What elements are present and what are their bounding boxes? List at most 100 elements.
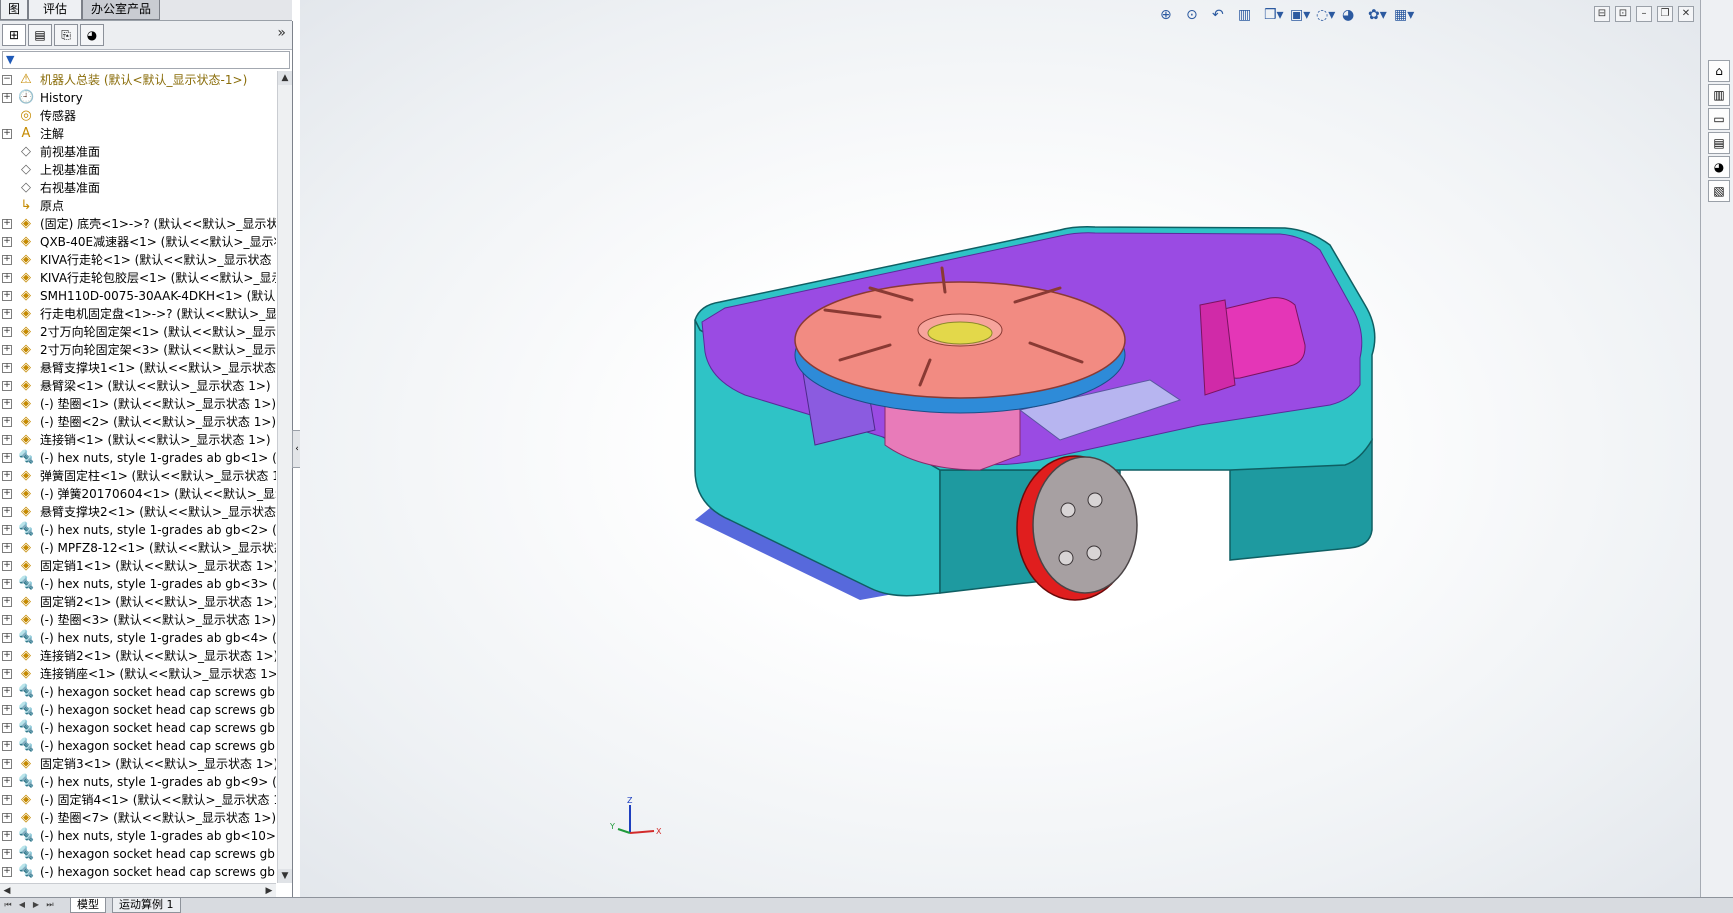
expand-toggle-icon[interactable]: + (2, 327, 12, 337)
feature-tree-icon[interactable]: ⊞ (2, 24, 26, 46)
expand-toggle-icon[interactable]: + (2, 579, 12, 589)
expand-toggle-icon[interactable]: + (2, 237, 12, 247)
expand-toggle-icon[interactable]: + (2, 291, 12, 301)
expand-toggle-icon[interactable]: + (2, 759, 12, 769)
tab-evaluate[interactable]: 评估 (28, 0, 82, 20)
tree-item[interactable]: + 🔩 (-) hexagon socket head cap screws gb< (0, 737, 276, 755)
tree-item[interactable]: + ◈ 弹簧固定柱<1> (默认<<默认>_显示状态 1> (0, 467, 276, 485)
tree-item[interactable]: + 🔩 (-) hex nuts, style 1-grades ab gb<9> … (0, 773, 276, 791)
expand-toggle-icon[interactable]: + (2, 219, 12, 229)
tree-item[interactable]: + ◈ (-) 垫圈<1> (默认<<默认>_显示状态 1>) (0, 395, 276, 413)
tree-item[interactable]: + ◈ 连接销<1> (默认<<默认>_显示状态 1>) (0, 431, 276, 449)
tree-item[interactable]: + ◈ KIVA行走轮<1> (默认<<默认>_显示状态 1 (0, 251, 276, 269)
tree-item[interactable]: + 🔩 (-) hexagon socket head cap screws gb< (0, 683, 276, 701)
expand-toggle-icon[interactable]: + (2, 795, 12, 805)
tree-item[interactable]: ◇ 上视基准面 (0, 161, 276, 179)
tree-root-assembly[interactable]: − ⚠ 机器人总装 (默认<默认_显示状态-1>) (0, 71, 276, 89)
solidworks-resources-icon[interactable]: ⌂ (1708, 60, 1730, 82)
scroll-up-icon[interactable]: ▲ (278, 71, 292, 85)
expand-toggle-icon[interactable]: + (2, 93, 12, 103)
last-tab-icon[interactable]: ⏭ (44, 899, 56, 911)
expand-toggle-icon[interactable]: + (2, 633, 12, 643)
tree-item[interactable]: + 🔩 (-) hex nuts, style 1-grades ab gb<2> … (0, 521, 276, 539)
tree-item[interactable]: + ◈ (-) 垫圈<3> (默认<<默认>_显示状态 1>) (0, 611, 276, 629)
tree-item[interactable]: + 🔩 (-) hex nuts, style 1-grades ab gb<10>… (0, 827, 276, 845)
tree-item[interactable]: + ◈ QXB-40E减速器<1> (默认<<默认>_显示状 (0, 233, 276, 251)
prev-tab-icon[interactable]: ◀ (16, 899, 28, 911)
tree-item[interactable]: ◎ 传感器 (0, 107, 276, 125)
scroll-right-icon[interactable]: ▶ (262, 884, 276, 898)
tree-item[interactable]: + 🔩 (-) hexagon socket head cap screws gb< (0, 863, 276, 881)
tree-item[interactable]: + ◈ 固定销1<1> (默认<<默认>_显示状态 1>) (0, 557, 276, 575)
configuration-manager-icon[interactable]: ⎘ (54, 24, 78, 46)
expand-toggle-icon[interactable]: + (2, 813, 12, 823)
tree-item[interactable]: + ◈ 悬臂梁<1> (默认<<默认>_显示状态 1>) (0, 377, 276, 395)
expand-toggle-icon[interactable]: + (2, 255, 12, 265)
expand-toggle-icon[interactable]: + (2, 867, 12, 877)
file-explorer-icon[interactable]: ▭ (1708, 108, 1730, 130)
tab-0[interactable]: 图 (0, 0, 28, 20)
tree-item[interactable]: + ◈ 悬臂支撑块1<1> (默认<<默认>_显示状态 1 (0, 359, 276, 377)
display-manager-icon[interactable]: ◕ (80, 24, 104, 46)
tree-item[interactable]: + ◈ 固定销3<1> (默认<<默认>_显示状态 1>) (0, 755, 276, 773)
tree-item[interactable]: + ◈ 固定销2<1> (默认<<默认>_显示状态 1>) (0, 593, 276, 611)
expand-toggle-icon[interactable]: + (2, 453, 12, 463)
tab-office-products[interactable]: 办公室产品 (82, 0, 160, 20)
tree-item[interactable]: + 🔩 (-) hexagon socket head cap screws gb< (0, 845, 276, 863)
tree-filter-input[interactable]: ▼ (2, 51, 290, 69)
expand-toggle-icon[interactable]: + (2, 471, 12, 481)
expand-toggle-icon[interactable]: + (2, 669, 12, 679)
expand-toggle-icon[interactable]: + (2, 831, 12, 841)
tree-item[interactable]: + ◈ (-) 垫圈<7> (默认<<默认>_显示状态 1>) (0, 809, 276, 827)
appearances-icon[interactable]: ◕ (1708, 156, 1730, 178)
tree-item[interactable]: + 🕘 History (0, 89, 276, 107)
expand-chevron-icon[interactable]: » (277, 25, 286, 41)
tree-item[interactable]: + ◈ 行走电机固定盘<1>->? (默认<<默认>_显示 (0, 305, 276, 323)
expand-toggle-icon[interactable]: + (2, 687, 12, 697)
expand-toggle-icon[interactable]: + (2, 363, 12, 373)
expand-toggle-icon[interactable]: + (2, 345, 12, 355)
tree-item[interactable]: + 🔩 (-) hex nuts, style 1-grades ab gb<1> … (0, 449, 276, 467)
expand-toggle-icon[interactable]: + (2, 273, 12, 283)
expand-toggle-icon[interactable]: + (2, 615, 12, 625)
expand-toggle-icon[interactable]: + (2, 489, 12, 499)
expand-toggle-icon[interactable]: + (2, 777, 12, 787)
expand-toggle-icon[interactable]: + (2, 381, 12, 391)
expand-toggle-icon[interactable]: + (2, 561, 12, 571)
tree-item[interactable]: + A 注解 (0, 125, 276, 143)
design-library-icon[interactable]: ▥ (1708, 84, 1730, 106)
tree-item[interactable]: + ◈ (-) MPFZ8-12<1> (默认<<默认>_显示状态 (0, 539, 276, 557)
tree-item[interactable]: ↳ 原点 (0, 197, 276, 215)
tree-item[interactable]: + ◈ (-) 固定销4<1> (默认<<默认>_显示状态 1> (0, 791, 276, 809)
expand-toggle-icon[interactable]: + (2, 849, 12, 859)
expand-toggle-icon[interactable]: + (2, 741, 12, 751)
tree-item[interactable]: + ◈ SMH110D-0075-30AAK-4DKH<1> (默认< (0, 287, 276, 305)
next-tab-icon[interactable]: ▶ (30, 899, 42, 911)
expand-toggle-icon[interactable]: + (2, 507, 12, 517)
first-tab-icon[interactable]: ⏮ (2, 899, 14, 911)
expand-toggle-icon[interactable]: + (2, 435, 12, 445)
property-manager-icon[interactable]: ▤ (28, 24, 52, 46)
view-palette-icon[interactable]: ▤ (1708, 132, 1730, 154)
expand-toggle-icon[interactable]: + (2, 309, 12, 319)
tree-item[interactable]: + ◈ 2寸万向轮固定架<1> (默认<<默认>_显示状 (0, 323, 276, 341)
expand-toggle-icon[interactable]: + (2, 417, 12, 427)
expand-toggle-icon[interactable]: + (2, 705, 12, 715)
tree-item[interactable]: + ◈ (固定) 底壳<1>->? (默认<<默认>_显示状态 (0, 215, 276, 233)
scroll-left-icon[interactable]: ◀ (0, 884, 14, 898)
tree-item[interactable]: + ◈ 连接销座<1> (默认<<默认>_显示状态 1>) (0, 665, 276, 683)
tab-model[interactable]: 模型 (70, 898, 106, 913)
expand-toggle-icon[interactable]: + (2, 651, 12, 661)
graphics-area[interactable]: ⊕ ⊙ ↶ ▥ ❒▾ ▣▾ ◌▾ ◕ ✿▾ ▦▾ ⊟ ⊡ – ❐ ✕ Z X Y (300, 0, 1700, 897)
tree-horizontal-scrollbar[interactable]: ◀ ▶ (0, 883, 276, 898)
tab-motion-study-1[interactable]: 运动算例 1 (112, 898, 181, 913)
expand-toggle-icon[interactable]: + (2, 543, 12, 553)
tree-item[interactable]: + ◈ 悬臂支撑块2<1> (默认<<默认>_显示状态 1 (0, 503, 276, 521)
expand-toggle-icon[interactable]: + (2, 399, 12, 409)
expand-toggle-icon[interactable]: + (2, 723, 12, 733)
expand-toggle-icon[interactable]: + (2, 525, 12, 535)
tree-item[interactable]: + ◈ (-) 垫圈<2> (默认<<默认>_显示状态 1>) (0, 413, 276, 431)
tree-item[interactable]: + ◈ 2寸万向轮固定架<3> (默认<<默认>_显示状 (0, 341, 276, 359)
custom-properties-icon[interactable]: ▧ (1708, 180, 1730, 202)
tree-item[interactable]: ◇ 前视基准面 (0, 143, 276, 161)
